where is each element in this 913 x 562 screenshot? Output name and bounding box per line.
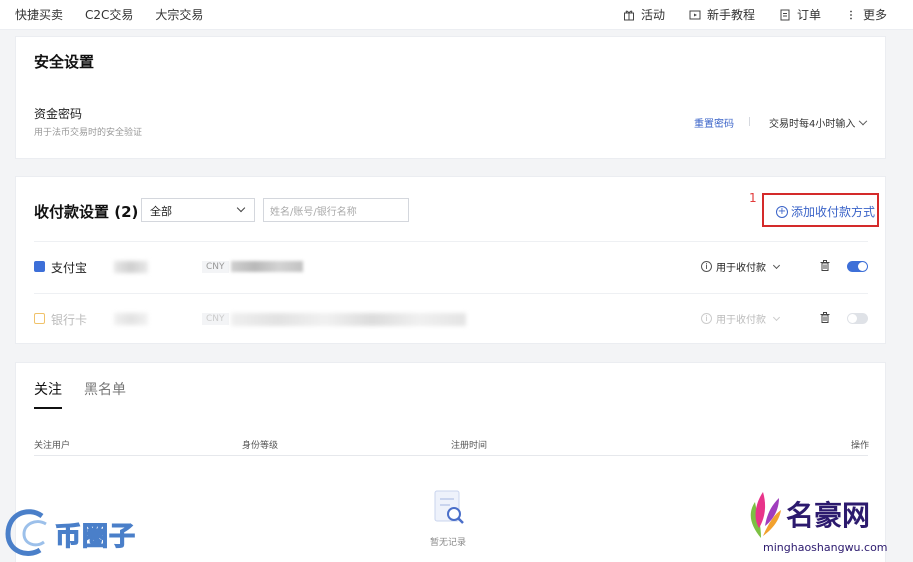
watermark-left-text: 币圈子 bbox=[54, 521, 137, 552]
trash-icon[interactable] bbox=[820, 312, 830, 323]
table-header-divider bbox=[34, 455, 868, 456]
watermark-flower-icon bbox=[750, 492, 781, 538]
password-frequency-value: 交易时每4小时输入 bbox=[769, 119, 856, 130]
column-header-registered: 注册时间 bbox=[451, 441, 488, 451]
currency-badge: CNY bbox=[202, 313, 229, 325]
blurred-account-name bbox=[114, 261, 148, 273]
watermark-right-brand: 名豪网 bbox=[786, 499, 871, 532]
payment-methods-card: 收付款设置 (2) 全部 姓名/账号/银行名称 1 + 添加收付款方式 支付宝 … bbox=[15, 176, 886, 344]
nav-tutorial-label: 新手教程 bbox=[706, 8, 755, 22]
chevron-down-icon bbox=[859, 116, 868, 126]
nav-orders-label: 订单 bbox=[796, 8, 821, 22]
follow-tabs: 关注 黑名单 bbox=[34, 379, 126, 409]
payment-row-alipay: 支付宝 CNY i 用于收付款 bbox=[34, 253, 868, 283]
nav-activity[interactable]: 活动 bbox=[623, 6, 665, 23]
nav-activity-label: 活动 bbox=[640, 8, 665, 22]
nav-more[interactable]: 更多 bbox=[845, 6, 887, 23]
highlight-box: + 添加收付款方式 bbox=[762, 193, 879, 227]
blurred-account-number bbox=[231, 261, 303, 272]
nav-more-label: 更多 bbox=[862, 8, 887, 22]
toggle-knob bbox=[848, 314, 857, 323]
plus-circle-icon: + bbox=[776, 205, 788, 218]
info-icon: i bbox=[701, 261, 712, 272]
payment-search-input[interactable]: 姓名/账号/银行名称 bbox=[263, 198, 409, 222]
watermark-left: 币圈子 bbox=[0, 500, 150, 562]
tab-blacklist[interactable]: 黑名单 bbox=[84, 379, 126, 409]
usage-label: 用于收付款 bbox=[716, 263, 766, 274]
gift-icon bbox=[623, 10, 634, 20]
row-divider bbox=[34, 241, 868, 242]
usage-dropdown[interactable]: i 用于收付款 bbox=[701, 311, 781, 326]
blurred-account-name bbox=[114, 313, 148, 325]
payment-type-filter[interactable]: 全部 bbox=[141, 198, 255, 222]
reset-password-link[interactable]: 重置密码 bbox=[694, 115, 734, 130]
nav-right: 活动 新手教程 订单 更多 bbox=[623, 6, 887, 23]
payment-type-filter-value: 全部 bbox=[150, 205, 172, 218]
divider bbox=[749, 117, 750, 126]
top-navigation: 快捷买卖 C2C交易 大宗交易 活动 新手教程 订单 更多 bbox=[0, 0, 913, 30]
toggle-knob bbox=[858, 262, 867, 271]
chevron-down-icon bbox=[236, 203, 246, 213]
row-divider bbox=[34, 293, 868, 294]
payment-row-bank-card: 银行卡 CNY i 用于收付款 bbox=[34, 305, 868, 335]
column-header-level: 身份等级 bbox=[242, 441, 279, 451]
add-payment-method-button[interactable]: + 添加收付款方式 bbox=[776, 203, 875, 220]
security-title: 安全设置 bbox=[34, 53, 95, 71]
blurred-account-number bbox=[231, 313, 466, 326]
tab-follow[interactable]: 关注 bbox=[34, 379, 62, 409]
watermark-logo-icon bbox=[5, 509, 47, 556]
nav-tutorial[interactable]: 新手教程 bbox=[689, 6, 755, 23]
document-icon bbox=[780, 9, 790, 20]
fund-password-desc: 用于法币交易时的安全验证 bbox=[34, 128, 143, 138]
password-frequency-dropdown[interactable]: 交易时每4小时输入 bbox=[769, 115, 868, 130]
add-payment-method-label: 添加收付款方式 bbox=[791, 205, 876, 219]
usage-label: 用于收付款 bbox=[716, 315, 766, 326]
trash-icon[interactable] bbox=[820, 260, 830, 271]
more-icon bbox=[850, 10, 852, 19]
annotation-number: 1 bbox=[749, 191, 757, 205]
empty-records-icon bbox=[434, 490, 464, 524]
column-header-action: 操作 bbox=[851, 441, 870, 451]
payment-method-name: 支付宝 bbox=[51, 261, 88, 275]
chevron-down-icon bbox=[772, 261, 781, 269]
watermark-right: 名豪网 minghaoshangwu.com bbox=[741, 486, 913, 562]
bank-card-icon bbox=[34, 313, 45, 324]
fund-password-label: 资金密码 bbox=[34, 107, 83, 121]
usage-dropdown[interactable]: i 用于收付款 bbox=[701, 259, 781, 274]
nav-block-trade[interactable]: 大宗交易 bbox=[155, 6, 203, 23]
column-header-user: 关注用户 bbox=[34, 441, 71, 451]
nav-c2c-trade[interactable]: C2C交易 bbox=[85, 6, 133, 23]
nav-orders[interactable]: 订单 bbox=[779, 6, 821, 23]
payment-method-name: 银行卡 bbox=[51, 313, 88, 327]
enable-toggle[interactable] bbox=[847, 313, 868, 324]
nav-left: 快捷买卖 C2C交易 大宗交易 bbox=[15, 6, 203, 23]
currency-badge: CNY bbox=[202, 261, 229, 273]
payment-methods-title: 收付款设置 (2) bbox=[34, 203, 139, 221]
watermark-right-url: minghaoshangwu.com bbox=[763, 541, 888, 554]
chevron-down-icon bbox=[772, 313, 781, 321]
info-icon: i bbox=[701, 313, 712, 324]
nav-quick-trade[interactable]: 快捷买卖 bbox=[15, 6, 63, 23]
empty-records-text: 暂无记录 bbox=[430, 538, 467, 548]
alipay-icon bbox=[34, 261, 45, 272]
play-icon bbox=[689, 10, 701, 19]
security-settings-card: 安全设置 资金密码 用于法币交易时的安全验证 重置密码 交易时每4小时输入 bbox=[15, 36, 886, 159]
enable-toggle[interactable] bbox=[847, 261, 868, 272]
